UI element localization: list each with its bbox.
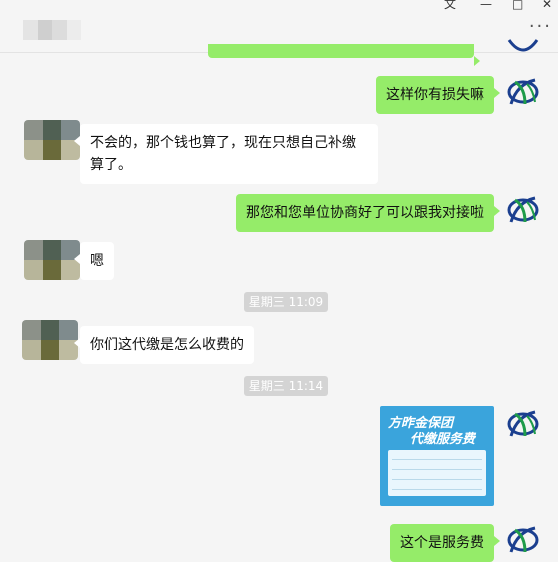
- pin-window-button[interactable]: ⽂: [444, 0, 456, 11]
- contact-avatar[interactable]: [24, 120, 80, 160]
- previous-message-bubble[interactable]: [208, 44, 480, 66]
- my-avatar[interactable]: [505, 522, 541, 558]
- message-bubble-me[interactable]: 那您和您单位协商好了可以跟我对接啦: [236, 194, 500, 232]
- leaf-logo-icon: [507, 526, 539, 553]
- fee-table-thumbnail: [388, 450, 486, 496]
- message-bubble-them[interactable]: 嗯: [74, 242, 114, 280]
- message-bubble-me[interactable]: 这样你有损失嘛: [376, 76, 500, 114]
- timestamp-badge: 星期三 11:14: [244, 376, 328, 396]
- leaf-logo-icon: [507, 78, 539, 105]
- contact-avatar[interactable]: [22, 320, 78, 360]
- my-avatar[interactable]: [505, 74, 541, 110]
- leaf-logo-icon: [507, 39, 539, 52]
- more-options-button[interactable]: ···: [529, 18, 552, 36]
- minimize-button[interactable]: —: [480, 0, 492, 11]
- my-avatar[interactable]: [505, 38, 541, 74]
- close-button[interactable]: ✕: [542, 0, 552, 11]
- image-caption-line2: 代缴服务费: [410, 432, 476, 447]
- leaf-logo-icon: [507, 196, 539, 223]
- leaf-logo-icon: [507, 410, 539, 437]
- message-bubble-them[interactable]: 不会的，那个钱也算了，现在只想自己补缴算了。: [74, 124, 378, 184]
- my-avatar[interactable]: [505, 406, 541, 442]
- contact-avatar[interactable]: [24, 240, 80, 280]
- service-fee-image[interactable]: 方昨金保团 代缴服务费: [380, 406, 494, 506]
- message-bubble-them[interactable]: 你们这代缴是怎么收费的: [74, 326, 254, 364]
- message-bubble-me[interactable]: 这个是服务费: [390, 524, 500, 562]
- my-avatar[interactable]: [505, 192, 541, 228]
- timestamp-badge: 星期三 11:09: [244, 292, 328, 312]
- contact-name-blurred: [23, 20, 81, 40]
- maximize-button[interactable]: □: [512, 0, 523, 11]
